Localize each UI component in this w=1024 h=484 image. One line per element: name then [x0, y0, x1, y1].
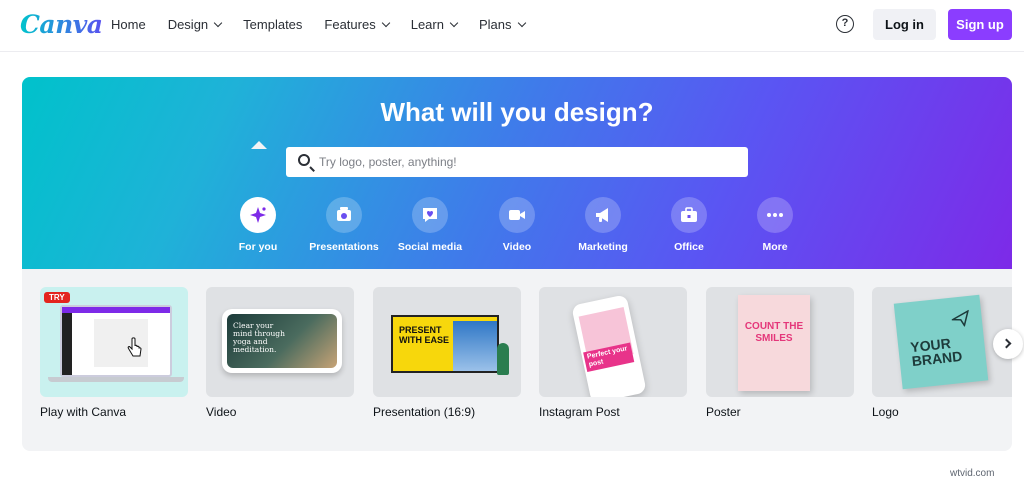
chevron-down-icon: [213, 18, 223, 28]
phone-illustration: Perfect your post: [571, 294, 647, 397]
megaphone-icon: [585, 197, 621, 233]
card-label: Play with Canva: [40, 405, 127, 419]
chevron-down-icon: [517, 18, 526, 28]
presentation-slide-illustration: PRESENT WITH EASE: [391, 315, 499, 373]
chevron-right-icon: [1001, 338, 1012, 349]
chevron-down-icon: [449, 18, 459, 28]
help-icon[interactable]: ?: [836, 15, 854, 33]
plant-illustration: [497, 343, 509, 375]
card-thumbnail: PRESENT WITH EASE: [373, 287, 521, 397]
hand-cursor-icon: [127, 337, 142, 357]
nav-plans-label: Plans: [478, 17, 512, 32]
card-presentation[interactable]: PRESENT WITH EASE Presentation (16:9): [373, 287, 521, 419]
nav-features-label: Features: [324, 17, 376, 32]
card-label: Video: [206, 405, 237, 419]
nav-plans[interactable]: Plans: [478, 17, 526, 32]
briefcase-icon: [671, 197, 707, 233]
top-navigation-bar: Canva Home Design Templates Features Lea…: [0, 0, 1024, 52]
thumb-text: PRESENT WITH EASE: [399, 325, 450, 345]
search-box[interactable]: [286, 147, 748, 177]
nav-design[interactable]: Design: [167, 17, 223, 32]
hero-title: What will you design?: [380, 97, 654, 127]
phone-illustration: Clear your mind through yoga and meditat…: [222, 309, 342, 373]
nav-learn-label: Learn: [410, 17, 444, 32]
main-nav: Home Design Templates Features Learn Pla…: [111, 17, 526, 32]
category-for-you[interactable]: For you: [213, 197, 303, 253]
logo-illustration: YOUR BRAND: [893, 294, 989, 390]
laptop-base: [48, 377, 184, 382]
category-label: Marketing: [578, 241, 628, 253]
category-office[interactable]: Office: [644, 197, 734, 253]
category-label: Presentations: [309, 241, 379, 253]
card-thumbnail: YOUR BRAND: [872, 287, 1012, 397]
nav-home[interactable]: Home: [111, 17, 146, 32]
card-label: Presentation (16:9): [373, 405, 476, 419]
canva-logo[interactable]: Canva: [20, 10, 103, 39]
login-button[interactable]: Log in: [873, 9, 936, 40]
search-icon: [298, 154, 310, 166]
watermark: wtvid.com: [950, 468, 995, 479]
more-dots-icon: [757, 197, 793, 233]
signup-button[interactable]: Sign up: [948, 9, 1012, 40]
nav-home-label: Home: [111, 17, 146, 32]
active-category-pointer: [251, 141, 267, 149]
nav-templates-label: Templates: [243, 17, 303, 32]
try-badge: TRY: [44, 292, 70, 303]
thumb-text: YOUR BRAND: [909, 335, 963, 370]
nav-design-label: Design: [167, 17, 209, 32]
card-poster[interactable]: COUNT THE SMILES Poster: [706, 287, 854, 419]
category-label: More: [762, 241, 788, 253]
laptop-illustration: [60, 305, 172, 377]
category-social-media[interactable]: Social media: [385, 197, 475, 253]
presentation-icon: [326, 197, 362, 233]
search-input[interactable]: [319, 152, 739, 172]
paper-plane-icon: [950, 309, 970, 328]
card-play-with-canva[interactable]: TRY Play with Canva: [40, 287, 188, 419]
heart-chat-icon: [412, 197, 448, 233]
sparkle-icon: [240, 197, 276, 233]
card-label: Logo: [872, 405, 899, 419]
presenter-photo: [453, 321, 497, 371]
category-presentations[interactable]: Presentations: [299, 197, 389, 253]
category-label: For you: [238, 241, 278, 253]
card-label: Instagram Post: [539, 405, 620, 419]
category-more[interactable]: More: [730, 197, 820, 253]
thumb-text: COUNT THE SMILES: [744, 321, 804, 344]
chevron-down-icon: [381, 18, 390, 28]
nav-features[interactable]: Features: [324, 17, 390, 32]
poster-illustration: COUNT THE SMILES: [738, 295, 810, 391]
hero-banner: What will you design? For you Presentati…: [22, 77, 1012, 269]
card-instagram-post[interactable]: Perfect your post Instagram Post: [539, 287, 687, 419]
category-label: Video: [502, 241, 532, 253]
card-thumbnail: Perfect your post: [539, 287, 687, 397]
carousel-next-button[interactable]: [993, 329, 1023, 359]
design-type-carousel: TRY Play with Canva Clear your mind thro…: [22, 269, 1012, 451]
category-marketing[interactable]: Marketing: [558, 197, 648, 253]
card-thumbnail: Clear your mind through yoga and meditat…: [206, 287, 354, 397]
card-video[interactable]: Clear your mind through yoga and meditat…: [206, 287, 354, 419]
card-label: Poster: [706, 405, 741, 419]
category-video[interactable]: Video: [472, 197, 562, 253]
card-thumbnail: TRY: [40, 287, 188, 397]
category-label: Social media: [397, 241, 463, 253]
nav-templates[interactable]: Templates: [243, 17, 302, 32]
category-row: For you Presentations Social media Video…: [22, 197, 1012, 269]
nav-learn[interactable]: Learn: [410, 17, 459, 32]
card-thumbnail: COUNT THE SMILES: [706, 287, 854, 397]
video-camera-icon: [499, 197, 535, 233]
card-logo[interactable]: YOUR BRAND Logo: [872, 287, 1012, 419]
category-label: Office: [674, 241, 704, 253]
thumb-text: Clear your mind through yoga and meditat…: [233, 321, 285, 354]
